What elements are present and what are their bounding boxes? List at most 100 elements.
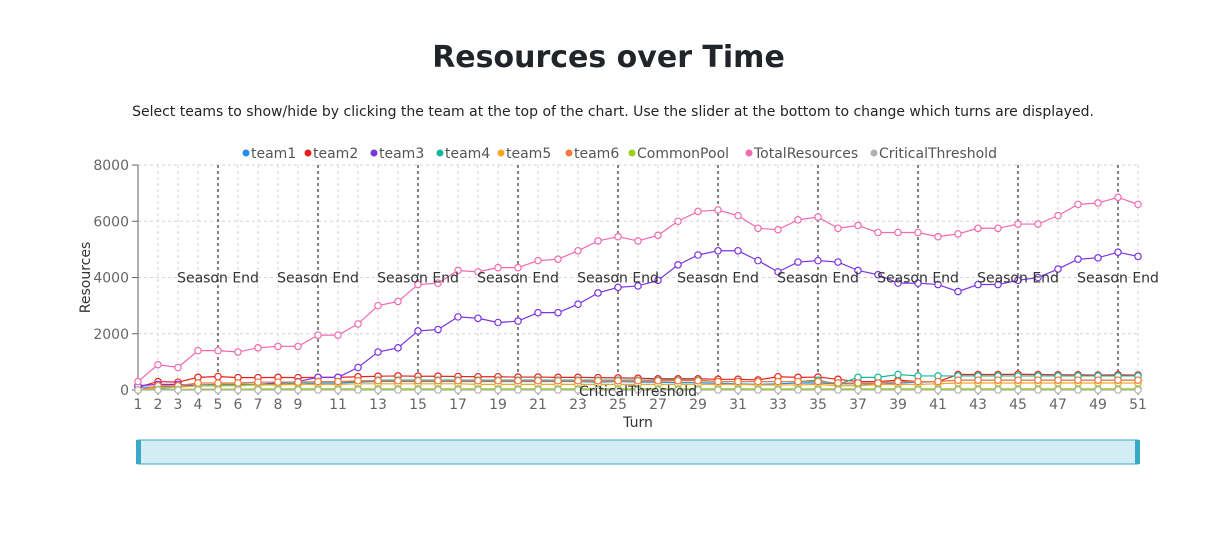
legend-item-team1[interactable]: team1 — [242, 146, 297, 162]
season-end-label: Season End — [277, 271, 359, 287]
data-point — [734, 211, 742, 220]
data-point — [274, 386, 282, 394]
legend-marker[interactable] — [628, 149, 636, 157]
data-point — [814, 386, 822, 394]
legend-label[interactable]: CriticalThreshold — [879, 146, 997, 162]
legend-marker[interactable] — [242, 149, 250, 157]
data-point — [1034, 376, 1042, 384]
data-point — [274, 378, 282, 386]
data-point — [714, 377, 722, 386]
x-tick-label: 3 — [174, 397, 183, 413]
data-point — [894, 377, 902, 386]
x-tick-label: 9 — [294, 397, 303, 413]
legend-label[interactable]: team1 — [251, 146, 296, 162]
data-point — [774, 225, 782, 234]
legend-item-TotalResources[interactable]: TotalResources — [745, 146, 859, 162]
legend-item-team3[interactable]: team3 — [370, 146, 425, 162]
legend-item-CommonPool[interactable]: CommonPool — [628, 146, 730, 162]
data-point — [414, 376, 422, 385]
data-point — [554, 386, 562, 394]
legend-marker[interactable] — [497, 149, 505, 157]
data-point — [1034, 386, 1042, 394]
resources-chart: 020004000600080001 2 3 4 5 6 7 8 9 11 13 15 17 19 21 23… — [78, 146, 1159, 465]
x-tick-label: 15 — [409, 397, 427, 413]
data-point — [794, 216, 802, 224]
legend-item-team6[interactable]: team6 — [565, 146, 620, 162]
legend-label[interactable]: TotalResources — [753, 146, 858, 162]
data-point — [694, 376, 702, 385]
data-point — [1134, 386, 1142, 394]
data-point — [434, 376, 442, 385]
legend-label[interactable]: team5 — [506, 146, 551, 162]
legend-item-team2[interactable]: team2 — [304, 146, 359, 162]
data-point — [534, 376, 542, 385]
legend-label[interactable]: CommonPool — [637, 146, 729, 162]
data-point — [834, 258, 842, 266]
legend-item-team4[interactable]: team4 — [436, 146, 491, 162]
data-point — [1074, 200, 1082, 209]
data-point — [554, 255, 562, 264]
data-point — [814, 377, 822, 386]
legend-marker[interactable] — [436, 149, 444, 157]
data-point — [254, 378, 262, 386]
legend-marker[interactable] — [745, 149, 753, 157]
legend-item-CriticalThreshold[interactable]: CriticalThreshold — [870, 146, 997, 162]
legend-label[interactable]: team4 — [445, 146, 490, 162]
data-point — [294, 342, 302, 351]
data-point — [894, 370, 902, 379]
data-point — [514, 376, 522, 385]
turn-range-slider[interactable] — [136, 439, 1140, 465]
data-point — [674, 217, 682, 226]
legend-label[interactable]: team6 — [574, 146, 619, 162]
data-point — [1114, 248, 1122, 256]
data-point — [794, 377, 802, 386]
data-point — [554, 376, 562, 385]
season-end-label: Season End — [177, 271, 259, 287]
data-point — [934, 232, 942, 241]
x-tick-label: 39 — [889, 397, 907, 413]
data-point — [394, 297, 402, 306]
data-point — [834, 224, 842, 233]
data-point — [414, 327, 422, 335]
x-tick-label: 19 — [489, 397, 507, 413]
data-point — [954, 376, 962, 384]
legend-label[interactable]: team2 — [313, 146, 358, 162]
data-point — [154, 360, 162, 369]
data-point — [454, 386, 462, 394]
data-point — [934, 386, 942, 394]
data-point — [434, 325, 442, 334]
season-end-label: Season End — [377, 271, 459, 287]
legend-label[interactable]: team3 — [379, 146, 424, 162]
data-point — [994, 376, 1002, 384]
legend-marker[interactable] — [870, 149, 878, 157]
data-point — [1054, 386, 1062, 394]
slider-track[interactable] — [137, 439, 1139, 465]
x-tick-label: 2 — [154, 397, 163, 413]
season-end-label: Season End — [777, 271, 859, 287]
slider-handle-left[interactable] — [136, 440, 141, 464]
x-tick-label: 31 — [729, 397, 747, 413]
data-point — [1054, 211, 1062, 220]
data-point — [374, 301, 382, 310]
legend-marker[interactable] — [565, 149, 573, 157]
data-point — [514, 317, 522, 325]
x-tick-label: 8 — [274, 397, 283, 413]
data-point — [854, 386, 862, 394]
x-tick-label: 17 — [449, 397, 467, 413]
data-point — [654, 376, 662, 385]
slider-handle-right[interactable] — [1135, 440, 1140, 464]
legend-marker[interactable] — [370, 149, 378, 157]
data-point — [374, 386, 382, 394]
x-tick-label: 47 — [1049, 397, 1067, 413]
data-point — [1114, 376, 1122, 384]
legend-item-team5[interactable]: team5 — [497, 146, 552, 162]
data-point — [1114, 193, 1122, 202]
season-end-label: Season End — [977, 271, 1059, 287]
data-point — [254, 344, 262, 352]
data-point — [314, 386, 322, 394]
data-point — [894, 386, 902, 394]
data-point — [234, 348, 242, 356]
data-point — [334, 377, 342, 386]
x-tick-label: 11 — [329, 397, 347, 413]
legend-marker[interactable] — [304, 149, 312, 157]
